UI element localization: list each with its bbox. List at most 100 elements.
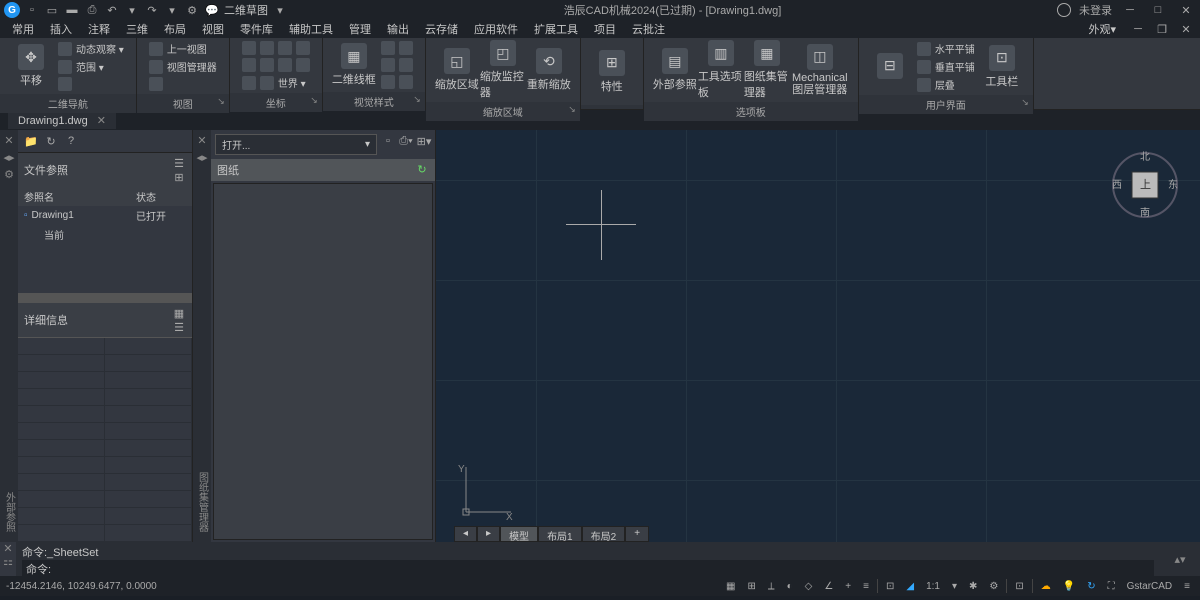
drawing-canvas[interactable]: Y X 上 北 南 西 东 ◂ ▸ 模型 布局1 布局2 + bbox=[436, 130, 1200, 542]
scale-dropdown[interactable]: ▾ bbox=[948, 579, 961, 594]
app-logo[interactable]: G bbox=[4, 2, 20, 18]
col-status[interactable]: 状态 bbox=[136, 189, 186, 204]
sync-icon[interactable]: ↻ bbox=[1083, 579, 1099, 594]
cmd-scroll[interactable]: ▴▾ bbox=[1160, 542, 1200, 576]
dropdown-icon[interactable]: ▾ bbox=[124, 2, 140, 18]
maximize-button[interactable]: □ bbox=[1148, 2, 1168, 18]
scale-display[interactable]: 1:1 bbox=[922, 579, 944, 594]
lwt-toggle[interactable]: ≡ bbox=[859, 579, 873, 594]
undo-icon[interactable]: ↶ bbox=[104, 2, 120, 18]
save-icon[interactable]: ▬ bbox=[64, 2, 80, 18]
menu-cloudnote[interactable]: 云批注 bbox=[624, 19, 673, 39]
toolpalette-button[interactable]: ▥工具选项板 bbox=[698, 40, 744, 100]
child-minimize[interactable]: ─ bbox=[1128, 21, 1148, 37]
child-restore[interactable]: ❐ bbox=[1152, 21, 1172, 37]
redo-icon[interactable]: ↷ bbox=[144, 2, 160, 18]
pan-button[interactable]: ✥ 平移 bbox=[8, 40, 54, 92]
menu-view[interactable]: 视图 bbox=[194, 19, 232, 39]
dropdown-icon[interactable]: ▾ bbox=[272, 2, 288, 18]
vs-row1[interactable] bbox=[377, 40, 417, 56]
tile-v-button[interactable]: 垂直平铺 bbox=[913, 58, 979, 75]
zoom-monitor-button[interactable]: ◰缩放监控器 bbox=[480, 40, 526, 100]
menu-extend[interactable]: 扩展工具 bbox=[526, 19, 586, 39]
menu-manage[interactable]: 管理 bbox=[341, 19, 379, 39]
viewcube[interactable]: 上 北 南 西 东 bbox=[1110, 150, 1180, 220]
close-tab-icon[interactable]: ✕ bbox=[97, 115, 106, 127]
sheetset-button[interactable]: ▦图纸集管理器 bbox=[744, 40, 790, 100]
snap-toggle[interactable]: ⊞ bbox=[744, 579, 760, 594]
appearance-dropdown[interactable]: 外观▾ bbox=[1080, 19, 1124, 39]
dyn-toggle[interactable]: + bbox=[841, 579, 855, 594]
col-name[interactable]: 参照名 bbox=[24, 189, 136, 204]
menu-project[interactable]: 项目 bbox=[586, 19, 624, 39]
dropdown-icon[interactable]: ▾ bbox=[164, 2, 180, 18]
layout-nav-left[interactable]: ◂ bbox=[454, 526, 477, 542]
scrollbar-h[interactable] bbox=[18, 293, 192, 303]
menu-parts[interactable]: 零件库 bbox=[232, 19, 281, 39]
refresh-icon[interactable]: ↻ bbox=[44, 134, 58, 148]
zoom-region-button[interactable]: ◱缩放区域 bbox=[434, 40, 480, 100]
menu-common[interactable]: 常用 bbox=[4, 19, 42, 39]
fullscreen-icon[interactable]: ⛶ bbox=[1104, 579, 1119, 594]
polar-toggle[interactable]: ◐ bbox=[783, 579, 797, 594]
layout-tab-model[interactable]: 模型 bbox=[500, 526, 538, 542]
gear-icon[interactable]: ⚙ bbox=[184, 2, 200, 18]
layout-tab-add[interactable]: + bbox=[625, 526, 649, 542]
plot-icon[interactable]: ⎙ bbox=[84, 2, 100, 18]
track-toggle[interactable]: ∠ bbox=[820, 579, 837, 594]
minimize-button[interactable]: ─ bbox=[1120, 2, 1140, 18]
layer-manager-button[interactable]: ◫Mechanical 图层管理器 bbox=[790, 40, 850, 100]
print-icon[interactable]: ⎙▾ bbox=[399, 134, 413, 148]
sheet-list[interactable] bbox=[213, 183, 433, 540]
view-manager-button[interactable]: 视图管理器 bbox=[145, 58, 221, 75]
view-button[interactable] bbox=[145, 76, 221, 92]
orbit-button[interactable]: 动态观察 ▾ bbox=[54, 40, 128, 57]
file-tab[interactable]: Drawing1.dwg ✕ bbox=[8, 111, 116, 129]
toolbar-button[interactable]: ⊡工具栏 bbox=[979, 40, 1025, 93]
annotation-toggle[interactable]: ✱ bbox=[965, 579, 981, 594]
properties-button[interactable]: ⊞特性 bbox=[589, 40, 635, 103]
cloud-icon[interactable]: ☁ bbox=[1037, 579, 1055, 594]
ucs-world-button[interactable]: 世界 ▾ bbox=[238, 74, 314, 91]
cascade-button[interactable]: 层叠 bbox=[913, 76, 979, 93]
rezoom-button[interactable]: ⟲重新缩放 bbox=[526, 40, 572, 100]
new-sheet-icon[interactable]: ▫ bbox=[381, 134, 395, 148]
ucs-row2[interactable] bbox=[238, 57, 314, 73]
bulb-icon[interactable]: 💡 bbox=[1059, 579, 1079, 594]
refresh-sheet-icon[interactable]: ↻ bbox=[415, 162, 429, 176]
child-close[interactable]: ✕ bbox=[1176, 21, 1196, 37]
menu-output[interactable]: 输出 bbox=[379, 19, 417, 39]
vs-row3[interactable] bbox=[377, 74, 417, 90]
menu-layout[interactable]: 布局 bbox=[156, 19, 194, 39]
menu-cloud[interactable]: 云存储 bbox=[417, 19, 466, 39]
menu-insert[interactable]: 插入 bbox=[42, 19, 80, 39]
detail-icon[interactable]: ☰ bbox=[172, 320, 186, 334]
new-icon[interactable]: ▫ bbox=[24, 2, 40, 18]
menu-apps[interactable]: 应用软件 bbox=[466, 19, 526, 39]
layout-tab-2[interactable]: 布局2 bbox=[582, 526, 626, 542]
close-button[interactable]: ✕ bbox=[1176, 2, 1196, 18]
layout-nav-right[interactable]: ▸ bbox=[477, 526, 500, 542]
status-opt[interactable]: ⊡ bbox=[1011, 579, 1027, 594]
tree-icon[interactable]: ⊞ bbox=[172, 170, 186, 184]
ortho-toggle[interactable]: ⟂ bbox=[764, 579, 779, 594]
folder-icon[interactable]: 📁 bbox=[24, 134, 38, 148]
command-input[interactable] bbox=[51, 563, 1150, 576]
model-toggle[interactable]: ⊡ bbox=[882, 579, 898, 594]
window-button[interactable]: ⊟ bbox=[867, 40, 913, 93]
chat-icon[interactable]: 💬 bbox=[204, 2, 220, 18]
osnap-toggle[interactable]: ◇ bbox=[801, 579, 817, 594]
extents-button[interactable]: 范围 ▾ bbox=[54, 58, 128, 75]
prev-view-button[interactable]: 上一视图 bbox=[145, 40, 221, 57]
xref-row[interactable]: ▫Drawing1 已打开 bbox=[18, 206, 192, 225]
menu-annotate[interactable]: 注释 bbox=[80, 19, 118, 39]
menu-icon[interactable]: ≡ bbox=[1180, 579, 1194, 594]
workspace-toggle[interactable]: ⚙ bbox=[985, 579, 1002, 594]
list-icon[interactable]: ☰ bbox=[172, 156, 186, 170]
wireframe-button[interactable]: ▦ 二维线框 bbox=[331, 40, 377, 90]
user-icon[interactable] bbox=[1057, 3, 1071, 17]
preview-icon[interactable]: ▦ bbox=[172, 306, 186, 320]
xref-button[interactable]: ▤外部参照 bbox=[652, 40, 698, 100]
nav-button[interactable] bbox=[54, 76, 128, 92]
tile-h-button[interactable]: 水平平铺 bbox=[913, 40, 979, 57]
